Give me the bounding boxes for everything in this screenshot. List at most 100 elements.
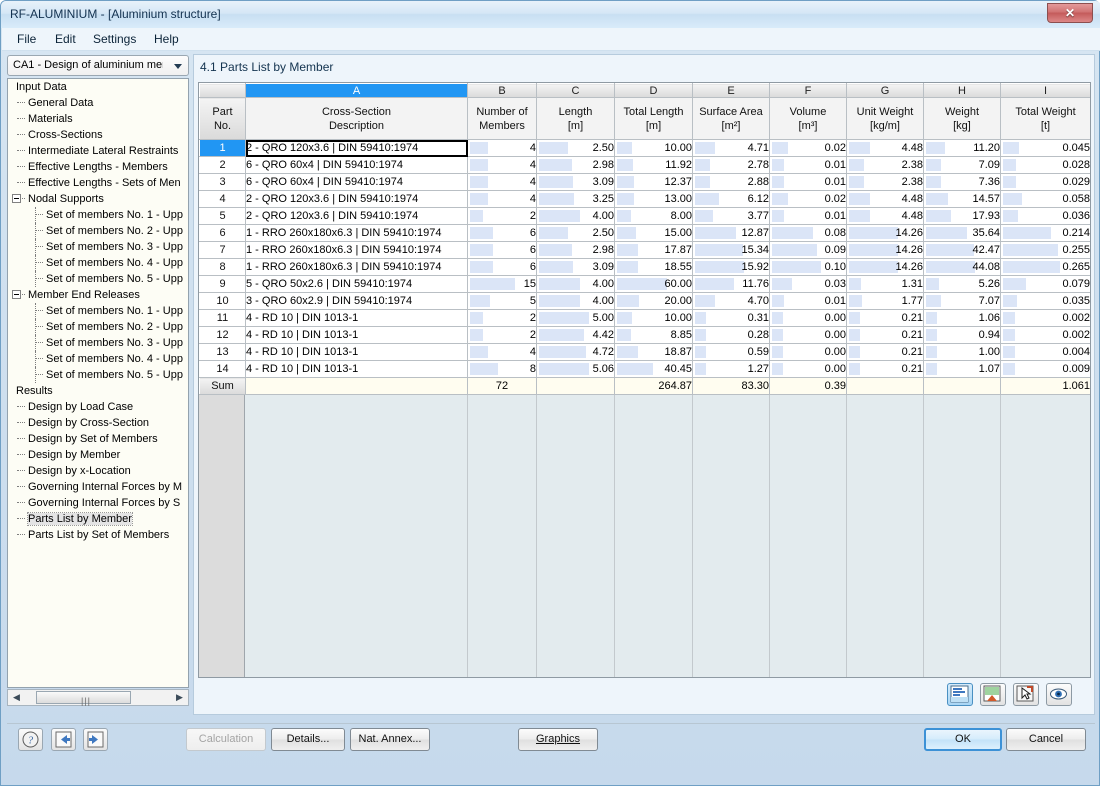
cell-volume[interactable]: 0.09: [769, 241, 847, 259]
cell-weight[interactable]: 14.57: [923, 190, 1001, 208]
close-icon[interactable]: ✕: [1047, 3, 1093, 23]
scroll-left-icon[interactable]: ◀: [9, 690, 24, 705]
cell-total-length[interactable]: 8.85: [614, 326, 693, 344]
row-header[interactable]: 9: [199, 275, 246, 293]
cell-length[interactable]: 2.50: [536, 139, 615, 157]
column-letter-I[interactable]: I: [1000, 83, 1090, 98]
cell-total-length[interactable]: 10.00: [614, 139, 693, 157]
cell-length[interactable]: 3.09: [536, 258, 615, 276]
cell-unit-weight[interactable]: 4.48: [846, 190, 924, 208]
row-header[interactable]: 10: [199, 292, 246, 310]
cell-total-length[interactable]: 11.92: [614, 156, 693, 174]
cell-length[interactable]: 4.00: [536, 292, 615, 310]
tree-item-set-of-members-no-3-upp[interactable]: Set of members No. 3 - Upp: [8, 335, 188, 351]
cell-weight[interactable]: 7.36: [923, 173, 1001, 191]
tree-item-general-data[interactable]: General Data: [8, 95, 188, 111]
row-header[interactable]: 11: [199, 309, 246, 327]
column-letter-B[interactable]: B: [467, 83, 537, 98]
cell-length[interactable]: 4.00: [536, 275, 615, 293]
table-row[interactable]: 14 4 - RD 10 | DIN 1013-1 8 5.06 40.45 1.27 0.…: [199, 360, 1090, 378]
cell-volume[interactable]: 0.03: [769, 275, 847, 293]
cell-unit-weight[interactable]: 14.26: [846, 258, 924, 276]
cell-members[interactable]: 5: [467, 292, 537, 310]
cell-surface[interactable]: 3.77: [692, 207, 770, 225]
cell-weight[interactable]: 7.07: [923, 292, 1001, 310]
tree-item-design-by-x-location[interactable]: Design by x-Location: [8, 463, 188, 479]
cell-cross-section-description[interactable]: 2 - QRO 120x3.6 | DIN 59410:1974: [245, 139, 468, 157]
table-row[interactable]: 42 - QRO 120x3.6 | DIN 59410:1974 4 3.25 13…: [199, 190, 1090, 208]
table-row[interactable]: 52 - QRO 120x3.6 | DIN 59410:1974 2 4.00 8.…: [199, 207, 1090, 225]
table-row[interactable]: 95 - QRO 50x2.6 | DIN 59410:1974 15 4.00 60…: [199, 275, 1090, 293]
cell-total-length[interactable]: 13.00: [614, 190, 693, 208]
cell-unit-weight[interactable]: 14.26: [846, 241, 924, 259]
cell-length[interactable]: 2.50: [536, 224, 615, 242]
print-report-button[interactable]: [947, 683, 973, 706]
tree-item-parts-list-by-set-of-members[interactable]: Parts List by Set of Members: [8, 527, 188, 543]
tree-item-set-of-members-no-4-upp[interactable]: Set of members No. 4 - Upp: [8, 351, 188, 367]
cell-total-weight[interactable]: 0.079: [1000, 275, 1090, 293]
tree-item-effective-lengths-members[interactable]: Effective Lengths - Members: [8, 159, 188, 175]
cell-volume[interactable]: 0.01: [769, 156, 847, 174]
tree-item-set-of-members-no-1-upp[interactable]: Set of members No. 1 - Upp: [8, 207, 188, 223]
menu-item-settings[interactable]: Settings: [86, 31, 143, 48]
cell-weight[interactable]: 7.09: [923, 156, 1001, 174]
cell-members[interactable]: 4: [467, 156, 537, 174]
cell-surface[interactable]: 11.76: [692, 275, 770, 293]
tree-horizontal-scrollbar[interactable]: ◀ ▶ |||: [7, 689, 189, 706]
cell-volume[interactable]: 0.01: [769, 173, 847, 191]
cell-total-weight[interactable]: 0.002: [1000, 309, 1090, 327]
cancel-button[interactable]: Cancel: [1006, 728, 1086, 751]
cell-length[interactable]: 3.09: [536, 173, 615, 191]
cell-unit-weight[interactable]: 0.21: [846, 326, 924, 344]
cell-cross-section-description[interactable]: 3 - QRO 60x2.9 | DIN 59410:1974: [245, 292, 468, 310]
cell-members[interactable]: 15: [467, 275, 537, 293]
design-case-dropdown[interactable]: CA1 - Design of aluminium meml: [7, 55, 189, 76]
tree-item-set-of-members-no-2-upp[interactable]: Set of members No. 2 - Upp: [8, 223, 188, 239]
cell-unit-weight[interactable]: 0.21: [846, 309, 924, 327]
tree-item-set-of-members-no-5-upp[interactable]: Set of members No. 5 - Upp: [8, 271, 188, 287]
cell-surface[interactable]: 1.27: [692, 360, 770, 378]
column-letter-F[interactable]: F: [769, 83, 847, 98]
tree-item-set-of-members-no-3-upp[interactable]: Set of members No. 3 - Upp: [8, 239, 188, 255]
row-header[interactable]: 4: [199, 190, 246, 208]
cell-unit-weight[interactable]: 2.38: [846, 173, 924, 191]
cell-members[interactable]: 2: [467, 309, 537, 327]
cell-cross-section-description[interactable]: 2 - QRO 120x3.6 | DIN 59410:1974: [245, 190, 468, 208]
cell-cross-section-description[interactable]: 1 - RRO 260x180x6.3 | DIN 59410:1974: [245, 258, 468, 276]
menu-item-help[interactable]: Help: [147, 31, 186, 48]
cell-total-weight[interactable]: 0.214: [1000, 224, 1090, 242]
previous-module-button[interactable]: [51, 728, 76, 751]
tree-item-design-by-member[interactable]: Design by Member: [8, 447, 188, 463]
cell-weight[interactable]: 44.08: [923, 258, 1001, 276]
tree-item-cross-sections[interactable]: Cross-Sections: [8, 127, 188, 143]
table-row[interactable]: 81 - RRO 260x180x6.3 | DIN 59410:1974 6 3.…: [199, 258, 1090, 276]
column-letter-C[interactable]: C: [536, 83, 615, 98]
tree-item-parts-list-by-member[interactable]: Parts List by Member: [8, 511, 188, 527]
cell-total-length[interactable]: 15.00: [614, 224, 693, 242]
column-letter-D[interactable]: D: [614, 83, 693, 98]
cell-members[interactable]: 4: [467, 139, 537, 157]
help-button[interactable]: ?: [18, 728, 43, 751]
cell-members[interactable]: 6: [467, 258, 537, 276]
cell-unit-weight[interactable]: 4.48: [846, 207, 924, 225]
cell-members[interactable]: 4: [467, 190, 537, 208]
cell-members[interactable]: 6: [467, 241, 537, 259]
tree-item-design-by-set-of-members[interactable]: Design by Set of Members: [8, 431, 188, 447]
cell-total-weight[interactable]: 0.045: [1000, 139, 1090, 157]
cell-total-weight[interactable]: 0.255: [1000, 241, 1090, 259]
cell-surface[interactable]: 4.71: [692, 139, 770, 157]
cell-cross-section-description[interactable]: 2 - QRO 120x3.6 | DIN 59410:1974: [245, 207, 468, 225]
cell-total-weight[interactable]: 0.004: [1000, 343, 1090, 361]
tree-item-set-of-members-no-5-upp[interactable]: Set of members No. 5 - Upp: [8, 367, 188, 383]
cell-cross-section-description[interactable]: 6 - QRO 60x4 | DIN 59410:1974: [245, 173, 468, 191]
tree-collapse-icon[interactable]: [12, 290, 21, 299]
cell-weight[interactable]: 1.06: [923, 309, 1001, 327]
tree-item-effective-lengths-sets-of-men[interactable]: Effective Lengths - Sets of Men: [8, 175, 188, 191]
cell-length[interactable]: 4.42: [536, 326, 615, 344]
table-row[interactable]: 26 - QRO 60x4 | DIN 59410:1974 4 2.98 11.92…: [199, 156, 1090, 174]
tree-item-set-of-members-no-1-upp[interactable]: Set of members No. 1 - Upp: [8, 303, 188, 319]
row-header[interactable]: 14: [199, 360, 246, 378]
next-module-button[interactable]: [83, 728, 108, 751]
cell-surface[interactable]: 2.88: [692, 173, 770, 191]
cell-members[interactable]: 2: [467, 207, 537, 225]
